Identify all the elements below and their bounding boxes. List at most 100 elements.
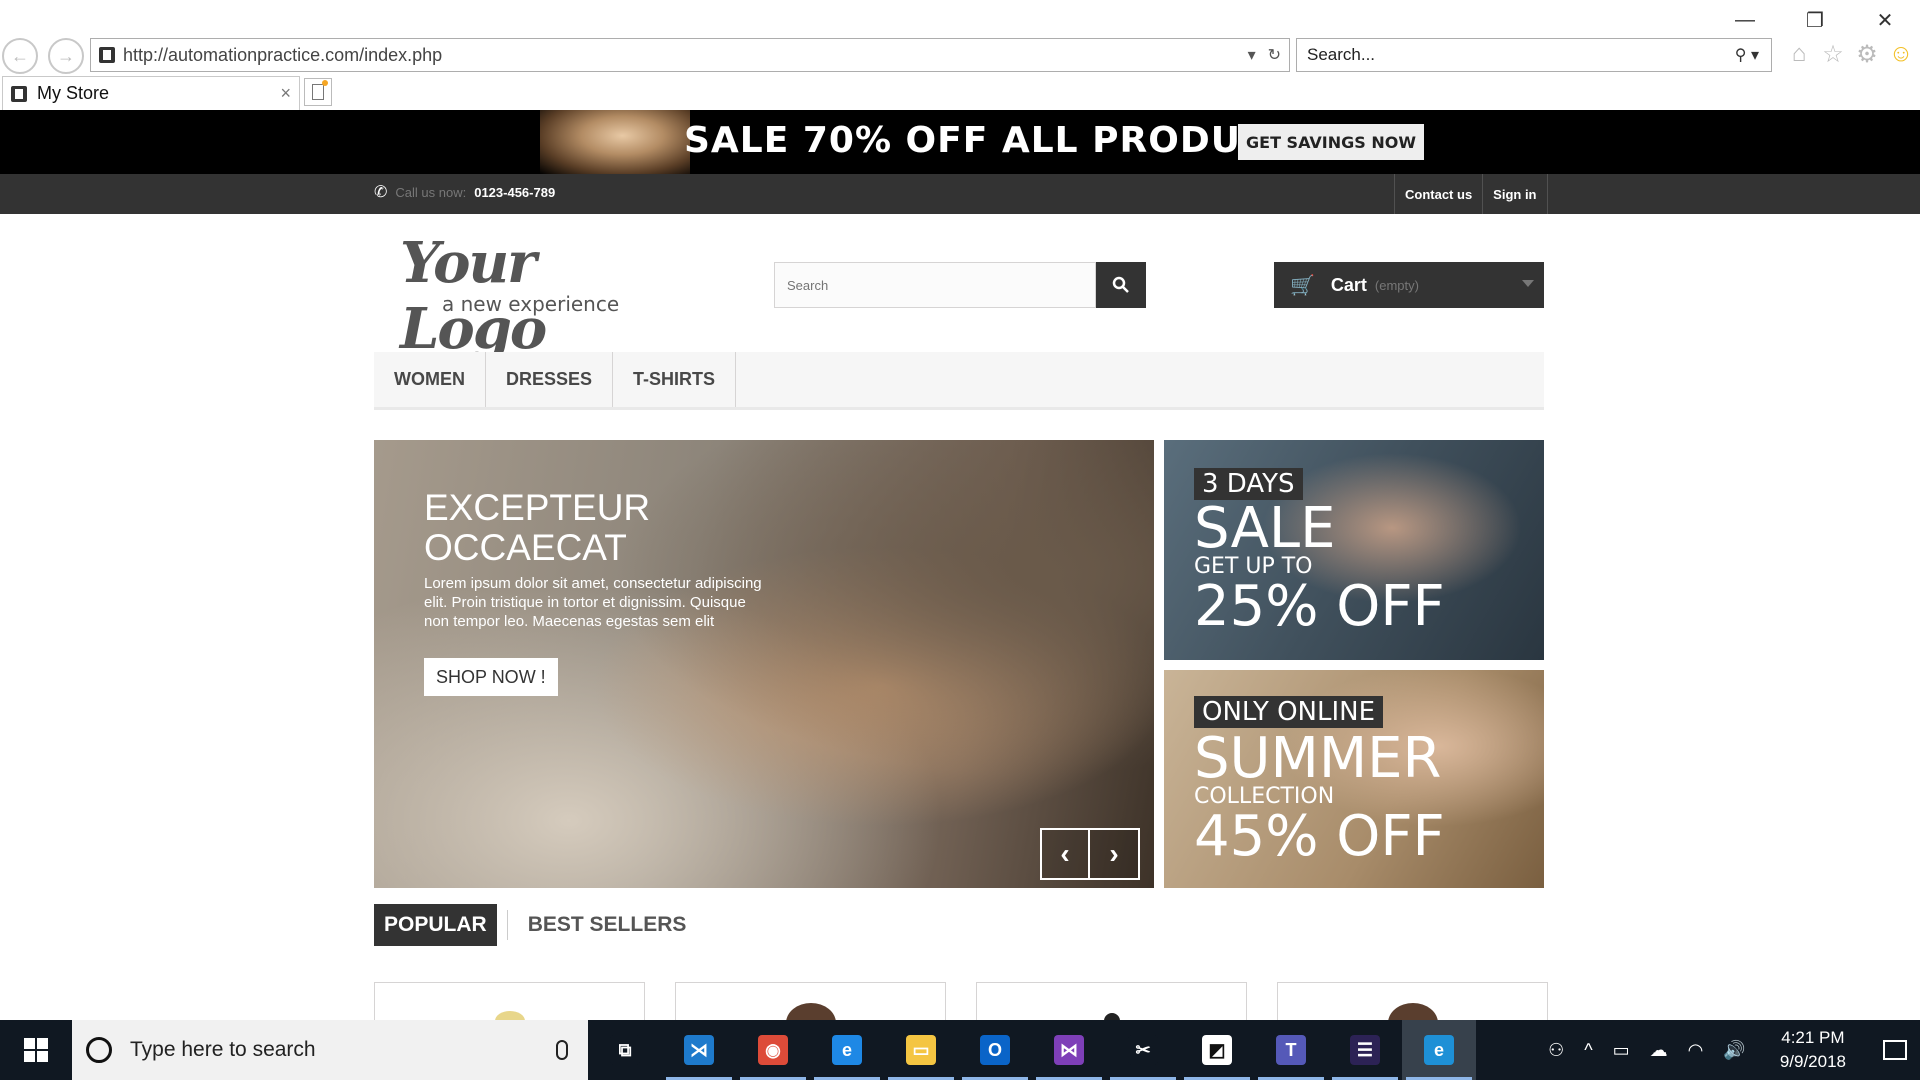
- tab-title: My Store: [37, 83, 110, 103]
- search-magnifier-icon[interactable]: ⚲ ▾: [1735, 45, 1771, 65]
- taskbar-app-file-explorer[interactable]: ▭: [884, 1020, 958, 1080]
- browser-search-placeholder[interactable]: Search...: [1307, 45, 1735, 65]
- taskbar-app-teams[interactable]: T: [1254, 1020, 1328, 1080]
- shop-now-button[interactable]: SHOP NOW !: [424, 658, 558, 696]
- forward-button[interactable]: →: [48, 38, 84, 74]
- taskbar-app-chrome[interactable]: ◉: [736, 1020, 810, 1080]
- store-logo[interactable]: Your Logo a new experience: [400, 230, 690, 362]
- people-icon[interactable]: ⚇: [1538, 1040, 1574, 1061]
- address-bar[interactable]: http://automationpractice.com/index.php …: [90, 38, 1290, 72]
- promo-banner[interactable]: SALE 70% OFF ALL PRODUCTS GET SAVINGS NO…: [0, 110, 1920, 174]
- slider-next-icon[interactable]: ›: [1090, 830, 1138, 878]
- taskbar: Type here to search ⧉ ⋊ ◉ e ▭ O ⋈ ✂ ◩ T ☰ e ⚇ ^ ▭ ☁…: [0, 1020, 1920, 1080]
- get-savings-button[interactable]: GET SAVINGS NOW: [1238, 124, 1424, 160]
- site-favicon-icon: [99, 47, 115, 63]
- taskbar-app-edge[interactable]: e: [810, 1020, 884, 1080]
- onedrive-icon[interactable]: ☁: [1640, 1040, 1678, 1061]
- taskbar-app-internet-explorer[interactable]: e: [1402, 1020, 1476, 1080]
- taskbar-app-vscode[interactable]: ⋊: [662, 1020, 736, 1080]
- outlook-icon: O: [980, 1035, 1010, 1065]
- new-tab-button[interactable]: [304, 78, 332, 106]
- chrome-icon: ◉: [758, 1035, 788, 1065]
- notification-icon: [1883, 1040, 1907, 1060]
- top-links: Contact us Sign in: [1394, 174, 1548, 214]
- call-number: 0123-456-789: [474, 184, 556, 200]
- clock-time: 4:21 PM: [1781, 1028, 1845, 1047]
- taskbar-app-task-view[interactable]: ⧉: [588, 1020, 662, 1080]
- tab-popular[interactable]: POPULAR: [374, 904, 497, 946]
- microphone-icon[interactable]: [556, 1040, 568, 1060]
- taskbar-app-eclipse[interactable]: ☰: [1328, 1020, 1402, 1080]
- favorites-star-icon[interactable]: ☆: [1820, 40, 1846, 68]
- chevron-down-icon: [1522, 280, 1534, 287]
- slider-prev-icon[interactable]: ‹: [1042, 830, 1090, 878]
- promo-big-text: SALE: [1194, 496, 1336, 561]
- call-label: Call us now:: [395, 184, 467, 200]
- search-button[interactable]: [1096, 262, 1146, 308]
- browser-chrome: — ❐ ✕ ← → http://automationpractice.com/…: [0, 0, 1920, 110]
- taskbar-app-visual-studio[interactable]: ⋈: [1032, 1020, 1106, 1080]
- browser-search-box[interactable]: Search... ⚲ ▾: [1296, 38, 1772, 72]
- back-arrow-icon: ←: [11, 45, 29, 66]
- file-explorer-icon: ▭: [906, 1035, 936, 1065]
- slider-controls: ‹ ›: [1040, 828, 1140, 880]
- search-input[interactable]: [774, 262, 1096, 308]
- address-url[interactable]: http://automationpractice.com/index.php: [123, 45, 1248, 66]
- promo-headline: SALE 70% OFF ALL PRODUCTS: [684, 120, 1321, 161]
- store-search: [774, 262, 1146, 308]
- product-card[interactable]: [374, 982, 645, 1022]
- action-center-button[interactable]: [1870, 1040, 1920, 1060]
- product-card[interactable]: [976, 982, 1247, 1022]
- promo-big-text: SUMMER: [1194, 726, 1442, 791]
- promo-tag: ONLY ONLINE: [1194, 696, 1384, 728]
- taskbar-app-snipping-tool[interactable]: ✂: [1106, 1020, 1180, 1080]
- top-bar: ✆ Call us now: 0123-456-789 Contact us S…: [0, 174, 1920, 214]
- new-tab-icon: [312, 80, 328, 100]
- restore-button[interactable]: ❐: [1780, 0, 1850, 40]
- menu-item-women[interactable]: WOMEN: [374, 352, 486, 407]
- menu-item-dresses[interactable]: DRESSES: [486, 352, 614, 407]
- cart-button[interactable]: 🛒 Cart (empty): [1274, 262, 1544, 308]
- tab-best-sellers[interactable]: BEST SELLERS: [518, 904, 697, 946]
- slider-title-line2: OCCAECAT: [424, 527, 627, 568]
- phone-icon: ✆: [374, 184, 388, 201]
- slider-title-line1: EXCEPTEUR: [424, 487, 651, 528]
- taskbar-search-text[interactable]: Type here to search: [130, 1038, 556, 1062]
- product-tabs: POPULAR BEST SELLERS: [374, 904, 696, 946]
- promo-offer-text: 25% OFF: [1194, 574, 1445, 639]
- main-menu: WOMEN DRESSES T-SHIRTS: [374, 352, 1544, 410]
- feedback-smiley-icon[interactable]: ☺: [1888, 40, 1914, 68]
- logo-tagline: a new experience: [442, 292, 620, 316]
- battery-icon[interactable]: ▭: [1603, 1040, 1640, 1061]
- snipping-tool-icon: ✂: [1128, 1035, 1158, 1065]
- internet-explorer-icon: e: [1424, 1035, 1454, 1065]
- volume-icon[interactable]: 🔊: [1713, 1040, 1755, 1061]
- product-card[interactable]: [675, 982, 946, 1022]
- chevron-up-icon[interactable]: ^: [1574, 1040, 1602, 1061]
- settings-gear-icon[interactable]: ⚙: [1854, 40, 1880, 68]
- clock[interactable]: 4:21 PM 9/9/2018: [1756, 1026, 1870, 1074]
- refresh-icon[interactable]: ↻: [1268, 45, 1281, 65]
- sign-in-link[interactable]: Sign in: [1483, 174, 1548, 214]
- taskbar-app-outlook[interactable]: O: [958, 1020, 1032, 1080]
- vscode-icon: ⋊: [684, 1035, 714, 1065]
- back-button[interactable]: ←: [2, 38, 38, 74]
- minimize-button[interactable]: —: [1710, 0, 1780, 40]
- browser-tab[interactable]: My Store ×: [2, 76, 300, 110]
- promo-sale-banner[interactable]: 3 DAYS SALE GET UP TO 25% OFF: [1164, 440, 1544, 660]
- address-dropdown-icon[interactable]: ▾: [1248, 45, 1256, 65]
- wifi-icon[interactable]: ◠: [1678, 1040, 1714, 1061]
- close-window-button[interactable]: ✕: [1850, 0, 1920, 40]
- homepage-slider[interactable]: EXCEPTEUR OCCAECAT Lorem ipsum dolor sit…: [374, 440, 1154, 888]
- taskbar-apps: ⧉ ⋊ ◉ e ▭ O ⋈ ✂ ◩ T ☰ e: [588, 1020, 1476, 1080]
- promo-summer-banner[interactable]: ONLY ONLINE SUMMER COLLECTION 45% OFF: [1164, 670, 1544, 888]
- start-button[interactable]: [0, 1020, 72, 1080]
- taskbar-search[interactable]: Type here to search: [72, 1020, 588, 1080]
- home-icon[interactable]: ⌂: [1786, 40, 1812, 68]
- product-card[interactable]: [1277, 982, 1548, 1022]
- tab-close-icon[interactable]: ×: [280, 83, 299, 104]
- contact-us-link[interactable]: Contact us: [1395, 174, 1484, 214]
- taskbar-app-sticky-notes[interactable]: ◩: [1180, 1020, 1254, 1080]
- menu-item-tshirts[interactable]: T-SHIRTS: [613, 352, 737, 407]
- task-view-icon: ⧉: [610, 1035, 640, 1065]
